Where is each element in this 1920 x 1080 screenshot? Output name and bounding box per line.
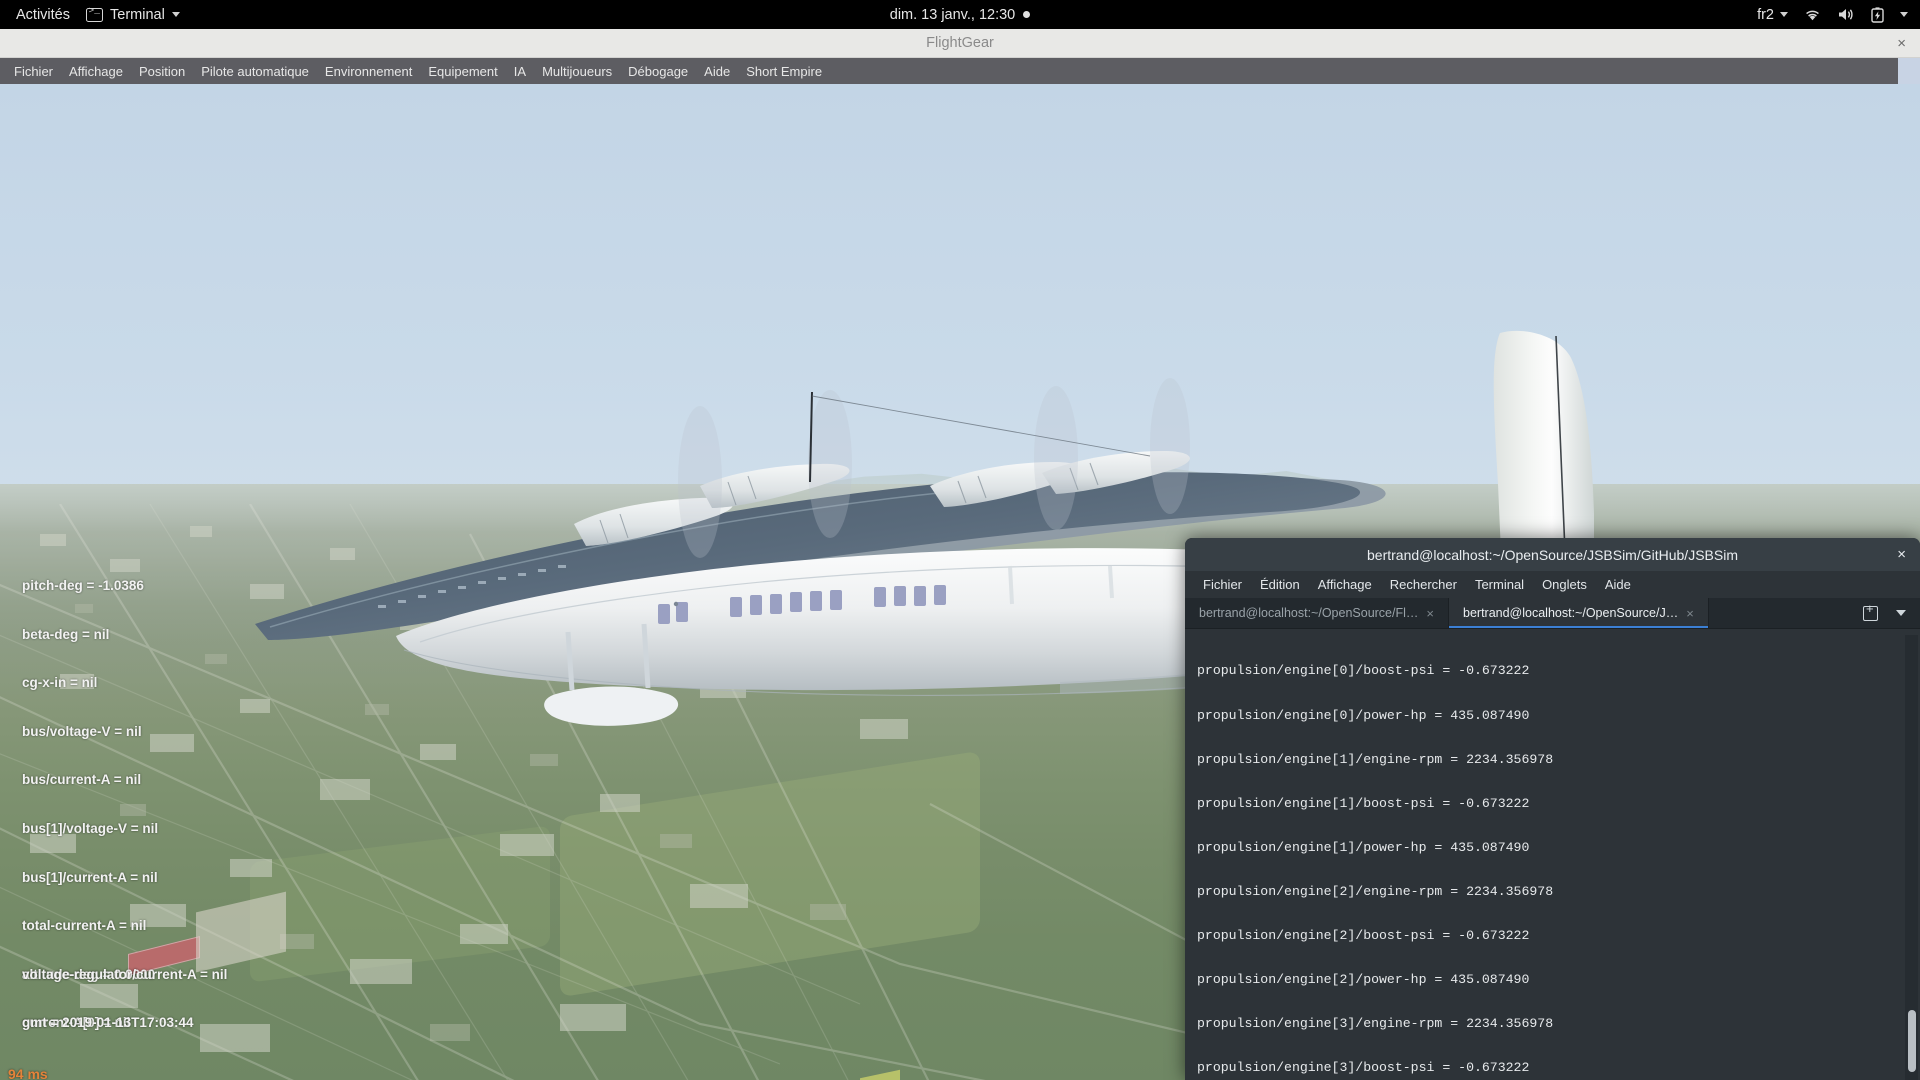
terminal-line: propulsion/engine[1]/engine-rpm = 2234.3…	[1197, 751, 1554, 767]
hud-line: bus/current-A = nil	[22, 772, 142, 788]
terminal-menu-onglets[interactable]: Onglets	[1533, 575, 1596, 594]
terminal-menu-terminal[interactable]: Terminal	[1466, 575, 1533, 594]
terminal-icon	[86, 5, 103, 22]
scrollbar-thumb[interactable]	[1908, 1010, 1916, 1072]
wifi-icon	[1806, 10, 1819, 21]
terminal-title-label: bertrand@localhost:~/OpenSource/JSBSim/G…	[1367, 546, 1738, 563]
menu-item-affichage[interactable]: Affichage	[61, 62, 131, 81]
wing-float-left	[544, 686, 679, 726]
flightgear-property-hud: pitch-deg = -1.0386 beta-deg = nil cg-x-…	[22, 546, 542, 1064]
activities-button[interactable]: Activités	[16, 7, 70, 23]
flightgear-title-label: FlightGear	[926, 35, 994, 51]
terminal-window[interactable]: bertrand@localhost:~/OpenSource/JSBSim/G…	[1185, 538, 1920, 1080]
terminal-tab-1[interactable]: bertrand@localhost:~/OpenSource/Fl… ×	[1185, 598, 1449, 628]
menu-item-environnement[interactable]: Environnement	[317, 62, 420, 81]
menu-item-aide[interactable]: Aide	[696, 62, 738, 81]
terminal-menu-fichier[interactable]: Fichier	[1194, 575, 1251, 594]
clock-label: dim. 13 janv., 12:30	[889, 6, 1016, 23]
terminal-titlebar[interactable]: bertrand@localhost:~/OpenSource/JSBSim/G…	[1185, 538, 1920, 571]
menubar-filler	[1898, 58, 1920, 84]
terminal-output-area[interactable]: propulsion/engine[0]/boost-psi = -0.6732…	[1185, 629, 1920, 1080]
hud-line: bus[1]/voltage-V = nil	[22, 820, 159, 836]
terminal-line: propulsion/engine[3]/engine-rpm = 2234.3…	[1197, 1016, 1554, 1032]
hud-line: bus[1]/current-A = nil	[22, 869, 158, 885]
clock-area[interactable]: dim. 13 janv., 12:30	[0, 7, 1920, 23]
terminal-line: propulsion/engine[0]/power-hp = 435.0874…	[1197, 707, 1530, 723]
terminal-menu-rechercher[interactable]: Rechercher	[1381, 575, 1466, 594]
flightgear-menubar[interactable]: Fichier Affichage Position Pilote automa…	[0, 58, 1920, 84]
menu-item-position[interactable]: Position	[131, 62, 193, 81]
terminal-tab-label: bertrand@localhost:~/OpenSource/Fl…	[1199, 606, 1419, 620]
menu-item-ia[interactable]: IA	[506, 62, 534, 81]
terminal-line: propulsion/engine[3]/boost-psi = -0.6732…	[1197, 1060, 1530, 1076]
terminal-line: propulsion/engine[2]/power-hp = 435.0874…	[1197, 972, 1530, 988]
hud-line: pitch-deg = -1.0386	[22, 577, 144, 593]
terminal-tabbar[interactable]: bertrand@localhost:~/OpenSource/Fl… × be…	[1185, 598, 1920, 629]
terminal-line: propulsion/engine[2]/boost-psi = -0.6732…	[1197, 928, 1530, 944]
menu-item-equipement[interactable]: Equipement	[420, 62, 505, 81]
close-icon[interactable]: ×	[1897, 546, 1906, 563]
menu-item-multijoueurs[interactable]: Multijoueurs	[534, 62, 620, 81]
volume-icon	[1839, 9, 1853, 20]
recording-dot-icon	[1023, 11, 1031, 18]
terminal-scrollbar[interactable]	[1905, 635, 1918, 1080]
hud-line-b: gmt = 2019-01-13T17:03:44	[22, 1015, 194, 1031]
menu-item-autopilot[interactable]: Pilote automatique	[193, 62, 317, 81]
terminal-menu-affichage[interactable]: Affichage	[1309, 575, 1381, 594]
hud-line-overlapping: current-A[0] = nil gmt = 2019-01-13T17:0…	[22, 1015, 542, 1031]
close-icon[interactable]: ×	[1897, 35, 1906, 52]
menu-item-debogage[interactable]: Débogage	[620, 62, 696, 81]
keyboard-layout-indicator[interactable]: fr2	[1757, 7, 1788, 23]
close-icon[interactable]: ×	[1426, 606, 1434, 621]
battery-charging-icon	[1871, 6, 1884, 23]
menu-item-short-empire[interactable]: Short Empire	[738, 62, 830, 81]
terminal-menu-edition[interactable]: Édition	[1251, 575, 1309, 594]
chevron-down-icon[interactable]	[1900, 12, 1908, 17]
frame-time-indicator: 94 ms	[8, 1066, 48, 1080]
terminal-line: propulsion/engine[1]/power-hp = 435.0874…	[1197, 839, 1530, 855]
close-icon[interactable]: ×	[1686, 606, 1694, 621]
terminal-tab-label: bertrand@localhost:~/OpenSource/J…	[1463, 606, 1679, 620]
gnome-top-bar: Activités Terminal dim. 13 janv., 12:30 …	[0, 0, 1920, 29]
hud-line: beta-deg = nil	[22, 626, 110, 642]
terminal-line: propulsion/engine[0]/boost-psi = -0.6732…	[1197, 663, 1530, 679]
activities-label: Activités	[16, 6, 70, 23]
system-status-area[interactable]: fr2	[1757, 7, 1908, 23]
terminal-line: propulsion/engine[1]/boost-psi = -0.6732…	[1197, 795, 1530, 811]
app-menu-terminal[interactable]: Terminal	[86, 5, 180, 23]
flightgear-titlebar: FlightGear ×	[0, 29, 1920, 58]
hud-line-b: voltage-regulator/current-A = nil	[22, 966, 228, 982]
new-tab-icon[interactable]	[1863, 602, 1878, 621]
hud-line: total-current-A = nil	[22, 918, 147, 934]
hud-line: bus/voltage-V = nil	[22, 723, 142, 739]
menu-item-fichier[interactable]: Fichier	[6, 62, 61, 81]
terminal-menu-aide[interactable]: Aide	[1596, 575, 1640, 594]
chevron-down-icon	[1780, 12, 1788, 17]
chevron-down-icon[interactable]	[1896, 610, 1906, 616]
keyboard-layout-label: fr2	[1757, 6, 1774, 23]
hud-line: cg-x-in = nil	[22, 675, 98, 691]
terminal-tab-2[interactable]: bertrand@localhost:~/OpenSource/J… ×	[1449, 598, 1709, 628]
hud-line-overlapping: altitude-deg = 0.0000 voltage-regulator/…	[22, 967, 542, 983]
chevron-down-icon	[171, 12, 180, 17]
terminal-menubar[interactable]: Fichier Édition Affichage Rechercher Ter…	[1185, 571, 1920, 598]
app-menu-label: Terminal	[110, 6, 165, 23]
terminal-line: propulsion/engine[2]/engine-rpm = 2234.3…	[1197, 883, 1554, 899]
